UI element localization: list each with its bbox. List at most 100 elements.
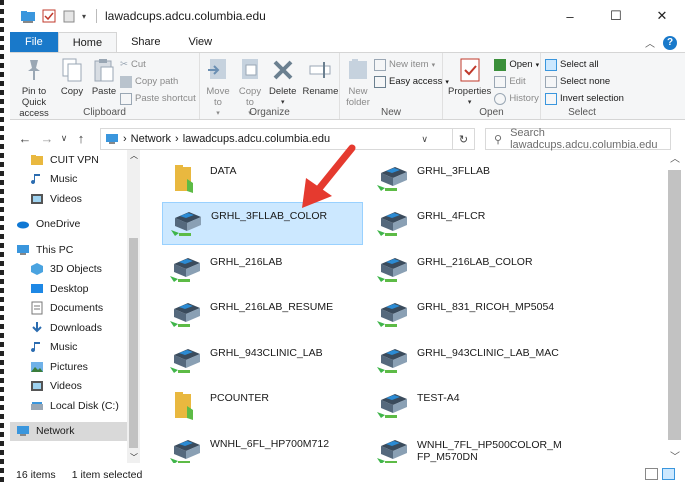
sidebar-item-label: 3D Objects: [50, 263, 102, 276]
back-arrow-icon[interactable]: ←: [14, 131, 36, 146]
printer-item[interactable]: GRHL_943CLINIC_LAB: [162, 338, 363, 381]
printer-item[interactable]: TEST-A4: [369, 384, 570, 427]
paste-shortcut-button[interactable]: Paste shortcut: [120, 91, 196, 106]
sidebar-item[interactable]: Videos: [10, 189, 127, 209]
maximize-button[interactable]: ☐: [593, 0, 639, 32]
nav-scroll-down-icon[interactable]: ﹀: [130, 452, 138, 463]
content-scrollbar-thumb[interactable]: [668, 170, 681, 440]
nav-scroll-up-icon[interactable]: ︿: [130, 150, 138, 161]
sidebar-item[interactable]: OneDrive: [10, 215, 127, 235]
tab-file[interactable]: File: [10, 32, 58, 52]
sidebar-item[interactable]: 3D Objects: [10, 260, 127, 280]
sidebar-item[interactable]: Documents: [10, 299, 127, 319]
nav-scrollbar[interactable]: ︿ ﹀: [127, 150, 140, 463]
documents-icon: [31, 301, 43, 315]
printer-item[interactable]: GRHL_943CLINIC_LAB_MAC: [369, 338, 570, 381]
paste-shortcut-label: Paste shortcut: [135, 93, 196, 104]
select-group: Select all Select none Invert selection …: [541, 53, 624, 119]
sidebar-item[interactable]: Videos: [10, 377, 127, 397]
open-group: Properties ▾ Open ▾ Edit History Open: [443, 53, 541, 119]
address-dropdown-icon[interactable]: ∨: [421, 134, 428, 145]
printer-item[interactable]: GRHL_216LAB_COLOR: [369, 247, 570, 290]
breadcrumb-server[interactable]: lawadcups.adcu.columbia.edu: [183, 133, 330, 145]
new-folder-qat-icon[interactable]: [62, 9, 76, 23]
select-all-label: Select all: [560, 59, 599, 70]
select-none-button[interactable]: Select none: [545, 74, 624, 89]
forward-arrow-icon[interactable]: →: [36, 131, 58, 146]
collapse-ribbon-icon[interactable]: ︿: [645, 35, 655, 50]
sidebar-item-label: Music: [50, 341, 78, 354]
new-item-button[interactable]: New item ▾: [374, 57, 449, 72]
invert-selection-button[interactable]: Invert selection: [545, 91, 624, 106]
sidebar-item-label: Pictures: [50, 360, 88, 373]
clipboard-group-label: Clipboard: [83, 107, 126, 118]
sidebar-item[interactable]: Desktop: [10, 279, 127, 299]
ribbon-tabs: File Home Share View ︿ ?: [10, 32, 685, 52]
breadcrumb-network[interactable]: Network: [131, 133, 171, 145]
easy-access-button[interactable]: Easy access ▾: [374, 74, 449, 89]
cut-button[interactable]: ✂ Cut: [120, 57, 196, 72]
open-group-label: Open: [479, 107, 504, 118]
printer-item[interactable]: WNHL_7FL_HP500COLOR_MFP_M570DN: [369, 429, 570, 463]
address-box[interactable]: › Network › lawadcups.adcu.columbia.edu …: [100, 128, 453, 150]
scroll-down-icon[interactable]: ﹀: [670, 448, 680, 463]
printer-icon: [373, 340, 413, 380]
printer-icon: [166, 294, 206, 334]
refresh-icon[interactable]: ↻: [453, 128, 475, 150]
tab-share[interactable]: Share: [117, 32, 174, 52]
sidebar-item[interactable]: Music: [10, 170, 127, 190]
tab-home[interactable]: Home: [57, 32, 118, 52]
sidebar-item[interactable]: Pictures: [10, 357, 127, 377]
printer-item[interactable]: WNHL_6FL_HP700M712: [162, 429, 363, 463]
up-arrow-icon[interactable]: ↑: [70, 131, 92, 146]
details-view-icon[interactable]: [645, 468, 658, 480]
edit-label: Edit: [509, 76, 526, 87]
select-none-label: Select none: [560, 76, 611, 87]
qat-dropdown-icon[interactable]: ▾: [82, 12, 86, 21]
sidebar-item[interactable]: Downloads: [10, 318, 127, 338]
help-icon[interactable]: ?: [663, 35, 677, 50]
recent-dropdown-icon[interactable]: ∨: [58, 133, 70, 144]
printer-item[interactable]: GRHL_4FLCR: [369, 202, 570, 245]
copy-path-button[interactable]: Copy path: [120, 74, 196, 89]
item-label: GRHL_216LAB: [210, 255, 283, 268]
item-label: DATA: [210, 164, 237, 177]
printer-item[interactable]: GRHL_3FLLAB: [369, 156, 570, 199]
sidebar-item[interactable]: Music: [10, 338, 127, 358]
search-input[interactable]: ⚲ Search lawadcups.adcu.columbia.edu: [485, 127, 671, 151]
nav-scrollbar-thumb[interactable]: [129, 238, 138, 448]
edit-button[interactable]: Edit: [494, 74, 539, 89]
move-to-label: Move to: [206, 86, 230, 108]
sidebar-item[interactable]: Network: [10, 421, 127, 441]
close-button[interactable]: ✕: [639, 0, 685, 32]
copy-to-icon: [242, 59, 258, 79]
printer-item[interactable]: GRHL_831_RICOH_MP5054: [369, 293, 570, 336]
open-label: Open: [509, 59, 533, 70]
rename-icon: [309, 62, 331, 78]
properties-check-icon[interactable]: [42, 9, 56, 23]
sidebar-item[interactable]: This PC: [10, 240, 127, 260]
content-scrollbar[interactable]: ︿ ﹀: [664, 150, 685, 463]
select-group-label: Select: [568, 107, 596, 118]
scroll-up-icon[interactable]: ︿: [670, 150, 680, 165]
minimize-button[interactable]: –: [547, 0, 593, 32]
printer-icon: [166, 340, 206, 380]
sidebar-item[interactable]: CUIT VPN: [10, 150, 127, 170]
printer-item[interactable]: GRHL_216LAB: [162, 247, 363, 290]
tab-view[interactable]: View: [174, 32, 226, 52]
clipboard-group: Pin to Quick access Copy Paste ✂ Cut Copy…: [10, 53, 200, 119]
open-button[interactable]: Open ▾: [494, 57, 539, 72]
copy-path-label: Copy path: [135, 76, 179, 87]
printer-item[interactable]: GRHL_3FLLAB_COLOR: [162, 201, 363, 245]
paste-icon: [94, 59, 114, 82]
new-item-icon: [374, 58, 386, 71]
large-icons-view-icon[interactable]: [662, 468, 675, 480]
select-all-button[interactable]: Select all: [545, 57, 624, 72]
sidebar-item[interactable]: Local Disk (C:): [10, 396, 127, 416]
folder-item[interactable]: PCOUNTER: [162, 384, 363, 427]
sidebar-item-label: Music: [50, 173, 78, 186]
history-button[interactable]: History: [494, 91, 539, 106]
sidebar-item-label: Network: [36, 425, 75, 438]
folder-item[interactable]: DATA: [162, 156, 363, 199]
printer-item[interactable]: GRHL_216LAB_RESUME: [162, 293, 363, 336]
